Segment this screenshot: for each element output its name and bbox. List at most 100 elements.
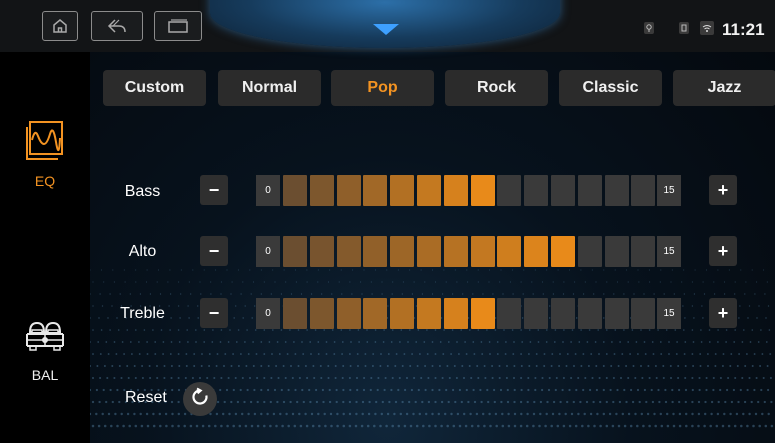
- plus-icon: +: [717, 302, 729, 323]
- plus-icon: +: [717, 240, 729, 261]
- max-label-text: 15: [663, 308, 675, 319]
- level-segment[interactable]: [443, 236, 468, 267]
- level-segment[interactable]: [631, 236, 656, 267]
- level-segment[interactable]: [443, 298, 468, 329]
- level-segment[interactable]: [577, 298, 602, 329]
- level-segment[interactable]: [524, 175, 549, 206]
- level-segment[interactable]: [283, 236, 307, 267]
- treble-min-label: 0: [256, 298, 280, 329]
- tab-normal[interactable]: Normal: [218, 70, 321, 106]
- level-segment[interactable]: [524, 298, 549, 329]
- dotted-background: [90, 269, 774, 428]
- level-segment[interactable]: [417, 236, 441, 267]
- reset-button[interactable]: [183, 382, 217, 416]
- level-segment[interactable]: [390, 298, 415, 329]
- level-segment[interactable]: [577, 236, 602, 267]
- home-icon: [51, 17, 69, 35]
- clock: 11:21: [722, 20, 765, 39]
- wifi-icon: [700, 21, 714, 35]
- tab-label: Custom: [124, 79, 185, 96]
- treble-max-label: 15: [657, 298, 681, 329]
- equalizer-wave-icon: [22, 118, 68, 169]
- reset-label: Reset: [125, 389, 167, 406]
- tab-rock[interactable]: Rock: [445, 70, 548, 106]
- eq-settings-screen: 11:21 EQ BAL Custom Normal Pop Rock Clas…: [0, 0, 775, 443]
- level-segment[interactable]: [551, 175, 575, 206]
- minus-icon: −: [208, 179, 220, 200]
- level-segment[interactable]: [524, 236, 549, 267]
- recent-apps-button[interactable]: [154, 11, 202, 41]
- level-segment[interactable]: [363, 298, 388, 329]
- sidebar-item-bal[interactable]: BAL: [0, 312, 90, 383]
- alto-max-label: 15: [657, 236, 681, 267]
- bass-minus-button[interactable]: −: [200, 175, 228, 205]
- sidebar-item-eq[interactable]: EQ: [0, 118, 90, 189]
- level-segment[interactable]: [309, 236, 334, 267]
- min-label-text: 0: [265, 308, 271, 319]
- tab-custom[interactable]: Custom: [103, 70, 206, 106]
- tab-label: Jazz: [707, 79, 742, 96]
- level-segment[interactable]: [497, 175, 522, 206]
- level-segment[interactable]: [470, 298, 495, 329]
- alto-minus-button[interactable]: −: [200, 236, 228, 266]
- recent-apps-icon: [167, 18, 189, 34]
- balance-car-seats-icon: [22, 312, 68, 363]
- level-segment[interactable]: [283, 175, 307, 206]
- level-segment[interactable]: [417, 298, 441, 329]
- level-segment[interactable]: [604, 175, 629, 206]
- tab-label: Rock: [476, 79, 517, 96]
- tab-pop[interactable]: Pop: [331, 70, 434, 106]
- alto-plus-button[interactable]: +: [709, 236, 737, 266]
- level-segment[interactable]: [283, 298, 307, 329]
- tab-classic[interactable]: Classic: [559, 70, 662, 106]
- back-button[interactable]: [91, 11, 143, 41]
- min-label-text: 0: [265, 185, 271, 196]
- refresh-icon: [190, 387, 210, 412]
- level-segment[interactable]: [497, 298, 522, 329]
- level-segment[interactable]: [604, 298, 629, 329]
- minus-icon: −: [208, 240, 220, 261]
- band-label-bass: Bass: [124, 183, 161, 200]
- level-segment[interactable]: [309, 298, 334, 329]
- tab-label: Pop: [367, 79, 398, 96]
- level-segment[interactable]: [336, 298, 361, 329]
- usb-icon: [677, 21, 691, 35]
- level-segment[interactable]: [577, 175, 602, 206]
- max-label-text: 15: [663, 185, 675, 196]
- level-segment[interactable]: [470, 175, 495, 206]
- level-segment[interactable]: [390, 175, 415, 206]
- level-segment[interactable]: [443, 175, 468, 206]
- bass-plus-button[interactable]: +: [709, 175, 737, 205]
- level-segment[interactable]: [309, 175, 334, 206]
- band-label-treble: Treble: [120, 305, 165, 322]
- level-segment[interactable]: [336, 175, 361, 206]
- min-label-text: 0: [265, 246, 271, 257]
- treble-plus-button[interactable]: +: [709, 298, 737, 328]
- level-segment[interactable]: [551, 236, 575, 267]
- minus-icon: −: [208, 302, 220, 323]
- dropdown-arrow-icon[interactable]: [373, 24, 399, 35]
- tab-jazz[interactable]: Jazz: [673, 70, 775, 106]
- band-label-alto: Alto: [128, 243, 157, 260]
- level-segment[interactable]: [336, 236, 361, 267]
- level-segment[interactable]: [363, 236, 388, 267]
- bass-max-label: 15: [657, 175, 681, 206]
- home-button[interactable]: [42, 11, 78, 41]
- tab-label: Normal: [241, 79, 298, 96]
- bass-min-label: 0: [256, 175, 280, 206]
- level-segment[interactable]: [390, 236, 415, 267]
- sidebar-item-label: EQ: [34, 173, 56, 189]
- level-segment[interactable]: [363, 175, 388, 206]
- level-segment[interactable]: [631, 298, 656, 329]
- treble-minus-button[interactable]: −: [200, 298, 228, 328]
- level-segment[interactable]: [551, 298, 575, 329]
- max-label-text: 15: [663, 246, 675, 257]
- level-segment[interactable]: [604, 236, 629, 267]
- sidebar-item-label: BAL: [31, 367, 59, 383]
- level-segment[interactable]: [631, 175, 656, 206]
- tab-label: Classic: [582, 79, 639, 96]
- level-segment[interactable]: [470, 236, 495, 267]
- level-segment[interactable]: [497, 236, 522, 267]
- alto-min-label: 0: [256, 236, 280, 267]
- level-segment[interactable]: [417, 175, 441, 206]
